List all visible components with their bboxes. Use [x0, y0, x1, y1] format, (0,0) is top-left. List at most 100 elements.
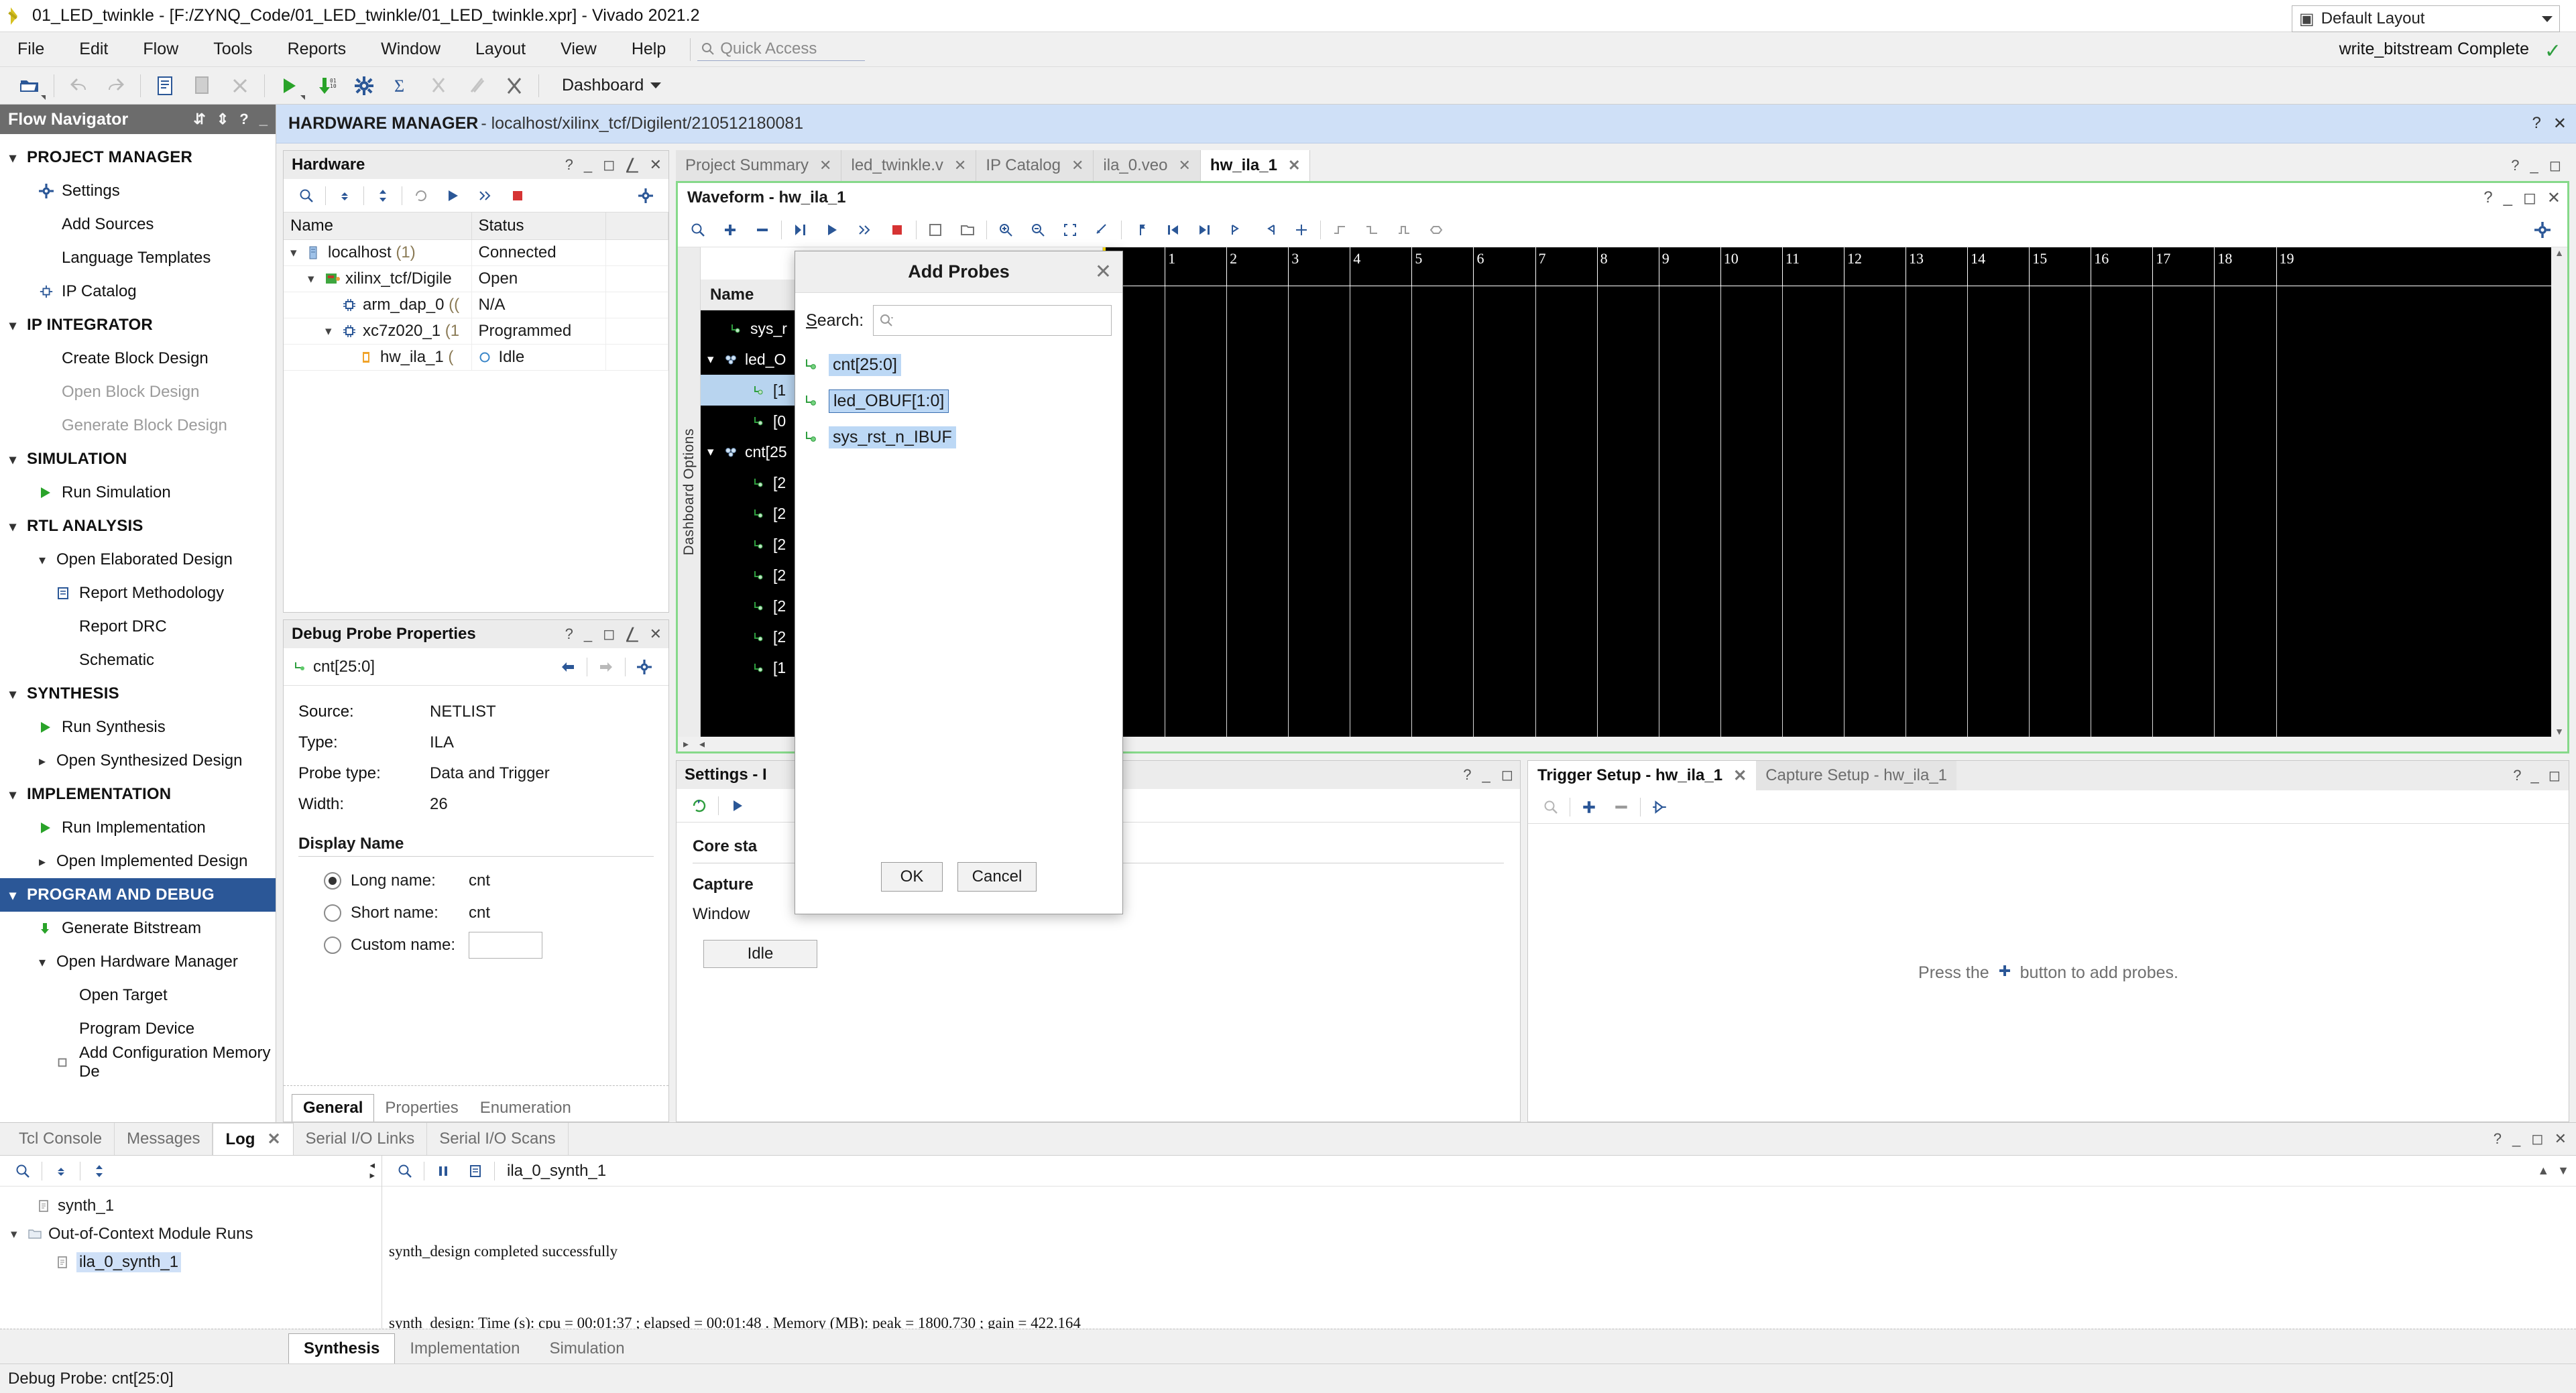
- flow-section-synthesis[interactable]: ▾ SYNTHESIS: [0, 677, 276, 711]
- expand-all-icon[interactable]: [367, 182, 399, 209]
- close-icon[interactable]: ✕: [1733, 766, 1747, 786]
- minimize-icon[interactable]: _: [584, 625, 592, 643]
- tab-serial-io-links[interactable]: Serial I/O Links: [294, 1123, 428, 1155]
- flow-item-open-implemented-design[interactable]: ▸ Open Implemented Design: [0, 845, 276, 878]
- menu-layout[interactable]: Layout: [458, 32, 543, 66]
- flow-item-add-sources[interactable]: Add Sources: [0, 208, 276, 241]
- open-waveform-icon[interactable]: [951, 217, 984, 243]
- waveform-settings-icon[interactable]: [2531, 217, 2563, 243]
- close-icon[interactable]: ✕: [267, 1130, 280, 1149]
- close-icon[interactable]: ✕: [2547, 188, 2561, 208]
- scroll-up-icon[interactable]: ▲: [2555, 247, 2564, 258]
- table-row[interactable]: ▾ xilinx_tcf/Digile Open: [284, 265, 668, 292]
- remove-probe-icon[interactable]: [746, 217, 778, 243]
- tab-serial-io-scans[interactable]: Serial I/O Scans: [427, 1123, 569, 1155]
- tab-messages[interactable]: Messages: [115, 1123, 213, 1155]
- close-icon[interactable]: ✕: [1178, 157, 1190, 174]
- tab-general[interactable]: General: [292, 1094, 375, 1122]
- menu-edit[interactable]: Edit: [62, 32, 125, 66]
- core-status-idle-button[interactable]: Idle: [703, 940, 817, 968]
- scroll-right-icon[interactable]: ▸: [683, 737, 689, 751]
- pause-icon[interactable]: [427, 1158, 459, 1185]
- more-icon[interactable]: [849, 217, 881, 243]
- scroll-left-icon[interactable]: ◂: [699, 737, 705, 751]
- zoom-out-icon[interactable]: [1022, 217, 1054, 243]
- radio-custom-name[interactable]: Custom name:: [298, 929, 654, 961]
- probe-list-item[interactable]: led_OBUF[1:0]: [803, 383, 1122, 419]
- flow-item-report-drc[interactable]: Report DRC: [0, 610, 276, 644]
- generate-bitstream-icon[interactable]: 01 10: [308, 70, 345, 101]
- add-divider-icon[interactable]: [1285, 217, 1318, 243]
- add-probe-button[interactable]: [1573, 794, 1605, 821]
- minimize-icon[interactable]: _: [1482, 766, 1490, 784]
- radio-button[interactable]: [324, 904, 341, 922]
- search-input[interactable]: [873, 305, 1112, 336]
- layout-selector[interactable]: ▣ Default Layout: [2292, 5, 2560, 32]
- probe-list-item[interactable]: cnt[25:0]: [803, 347, 1122, 383]
- menu-window[interactable]: Window: [363, 32, 458, 66]
- table-row[interactable]: hw_ila_1 ( Idle: [284, 344, 668, 371]
- minimize-icon[interactable]: _: [2530, 157, 2538, 174]
- more-icon[interactable]: [469, 182, 502, 209]
- sigma-icon[interactable]: Σ: [383, 70, 420, 101]
- table-row[interactable]: ▾ localhost (1) Connected: [284, 239, 668, 266]
- chevron-down-icon[interactable]: ▾: [290, 245, 308, 261]
- flow-item-open-target[interactable]: Open Target: [0, 979, 276, 1012]
- add-probes-dialog[interactable]: Add Probes ✕ Search: cnt[25:0] led_OBUF[…: [795, 251, 1123, 914]
- close-icon[interactable]: ✕: [650, 156, 662, 174]
- help-icon[interactable]: ?: [1463, 766, 1471, 784]
- radio-short-name[interactable]: Short name: cnt: [298, 897, 654, 929]
- radio-button[interactable]: [324, 872, 341, 890]
- minimize-icon[interactable]: _: [2530, 767, 2538, 784]
- waveform-ruler[interactable]: 012345678910111213141516171819: [1103, 247, 2551, 286]
- collapse-all-icon[interactable]: [45, 1158, 77, 1185]
- chevron-down-icon[interactable]: ▾: [308, 271, 325, 287]
- maximize-icon[interactable]: ◻: [603, 156, 615, 174]
- quick-access-input[interactable]: Quick Access: [697, 38, 866, 61]
- chevron-down-icon[interactable]: ▾: [707, 444, 725, 460]
- minimize-icon[interactable]: _: [2512, 1130, 2520, 1148]
- flow-section-simulation[interactable]: ▾ SIMULATION: [0, 442, 276, 476]
- flow-item-generate-bitstream[interactable]: Generate Bitstream: [0, 912, 276, 945]
- clear-log-icon[interactable]: [459, 1158, 491, 1185]
- flow-item-ip-catalog[interactable]: IP Catalog: [0, 275, 276, 308]
- flow-item-language-templates[interactable]: Language Templates: [0, 241, 276, 275]
- minimize-icon[interactable]: _: [584, 156, 592, 174]
- scroll-down-icon[interactable]: ▼: [2557, 1164, 2569, 1178]
- flow-item-run-implementation[interactable]: Run Implementation: [0, 811, 276, 845]
- flow-item-program-device[interactable]: Program Device: [0, 1012, 276, 1046]
- tab-enumeration[interactable]: Enumeration: [469, 1095, 582, 1122]
- menu-help[interactable]: Help: [614, 32, 683, 66]
- search-icon[interactable]: [682, 217, 714, 243]
- gear-icon[interactable]: [628, 654, 660, 680]
- goto-start-icon[interactable]: [1157, 217, 1189, 243]
- maximize-icon[interactable]: ◻: [2531, 1130, 2543, 1148]
- flow-section-ip-integrator[interactable]: ▾ IP INTEGRATOR: [0, 308, 276, 342]
- zoom-in-icon[interactable]: [990, 217, 1022, 243]
- dashboard-button[interactable]: Dashboard: [562, 76, 662, 95]
- gear-icon[interactable]: [345, 70, 383, 101]
- flow-item-run-synthesis[interactable]: Run Synthesis: [0, 711, 276, 744]
- flow-item-open-synthesized-design[interactable]: ▸ Open Synthesized Design: [0, 744, 276, 778]
- trigger-mode-icon[interactable]: [1643, 794, 1676, 821]
- help-icon[interactable]: ?: [565, 625, 573, 643]
- tab-capture-setup[interactable]: Capture Setup - hw_ila_1: [1756, 761, 1957, 790]
- next-marker-icon[interactable]: [1253, 217, 1285, 243]
- menu-tools[interactable]: Tools: [196, 32, 270, 66]
- tab-implementation[interactable]: Implementation: [395, 1334, 534, 1364]
- waveform-vertical-scrollbar[interactable]: ▲ ▼: [2551, 247, 2567, 737]
- tab-project-summary[interactable]: Project Summary ✕: [676, 150, 842, 181]
- run-icon[interactable]: [721, 792, 754, 819]
- help-icon[interactable]: ?: [239, 111, 248, 128]
- help-icon[interactable]: ?: [2483, 188, 2492, 208]
- chevron-down-icon[interactable]: ▾: [707, 352, 725, 367]
- zoom-fit-icon[interactable]: [1054, 217, 1086, 243]
- close-icon[interactable]: ✕: [2555, 1130, 2567, 1148]
- goto-end-icon[interactable]: [1189, 217, 1221, 243]
- refresh-device-icon[interactable]: [405, 182, 437, 209]
- list-item[interactable]: ila_0_synth_1: [0, 1248, 382, 1276]
- flow-item-run-simulation[interactable]: Run Simulation: [0, 476, 276, 509]
- save-waveform-icon[interactable]: [919, 217, 951, 243]
- flow-item-open-hardware-manager[interactable]: ▾ Open Hardware Manager: [0, 945, 276, 979]
- float-icon[interactable]: ⎳: [626, 625, 638, 643]
